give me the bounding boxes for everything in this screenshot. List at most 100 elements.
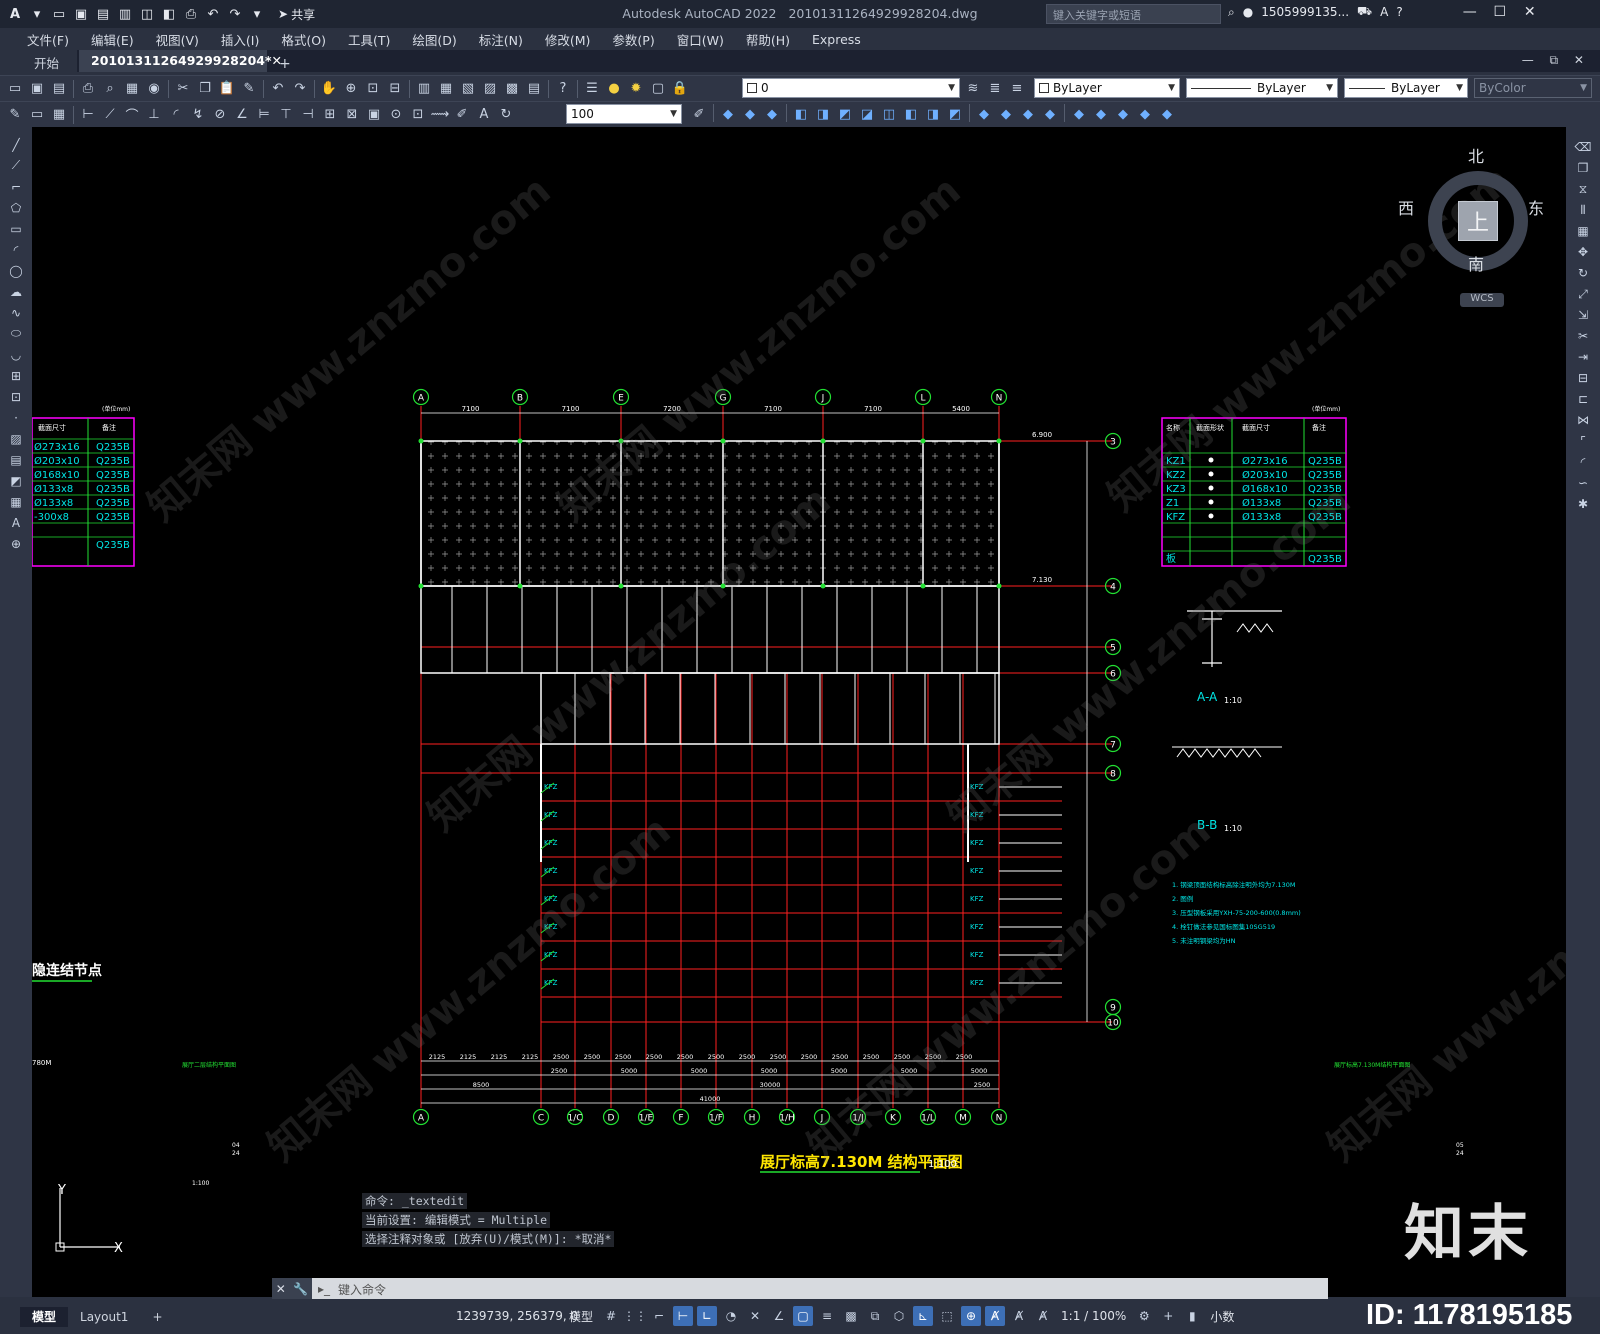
array-icon[interactable]: ▦ <box>1574 223 1592 239</box>
menu-parametric[interactable]: 参数(P) <box>601 30 665 49</box>
mirror-icon[interactable]: ⧖ <box>1574 181 1592 197</box>
redo-icon[interactable]: ↷ <box>289 79 311 99</box>
wrench-icon[interactable]: 🔧 <box>293 1282 308 1296</box>
3d-print-icon[interactable]: ◉ <box>143 79 165 99</box>
ucs-face-icon[interactable]: ◆ <box>1112 104 1134 124</box>
tab-layout1[interactable]: Layout1 <box>68 1307 140 1327</box>
open-icon[interactable]: ▣ <box>26 79 48 99</box>
freeze-icon[interactable]: ▢ <box>647 79 669 99</box>
ellipse-icon[interactable]: ⬭ <box>7 326 25 341</box>
menu-format[interactable]: 格式(O) <box>270 30 337 49</box>
add-layout-icon[interactable]: + <box>140 1307 174 1327</box>
infer-icon[interactable]: ⌐ <box>649 1306 669 1326</box>
dynamic-ucs-icon[interactable]: ⊾ <box>913 1306 934 1326</box>
zoom-previous-icon[interactable]: ⊟ <box>384 79 406 99</box>
workspace-gear-icon[interactable]: ⚙ <box>1134 1306 1154 1326</box>
publish-icon[interactable]: ▦ <box>121 79 143 99</box>
erase-icon[interactable]: ⌫ <box>1574 139 1592 155</box>
trim-icon[interactable]: ✂ <box>1574 328 1592 344</box>
auto-scale-icon[interactable]: Ⱥ <box>1009 1306 1029 1326</box>
menu-view[interactable]: 视图(V) <box>145 30 210 49</box>
extend-icon[interactable]: ⇥ <box>1574 349 1592 365</box>
plot-icon[interactable]: ⎙ <box>77 79 99 99</box>
space-icon[interactable]: ⊞ <box>319 105 341 125</box>
properties-icon[interactable]: ▥ <box>413 79 435 99</box>
menu-help[interactable]: 帮助(H) <box>735 30 801 49</box>
tab-start[interactable]: 开始 <box>0 50 78 72</box>
join-icon[interactable]: ⋈ <box>1574 412 1592 428</box>
aligned-dim-icon[interactable]: ⟋ <box>99 105 121 125</box>
construction-line-icon[interactable]: ⟋ <box>7 158 25 173</box>
make-block-icon[interactable]: ⊡ <box>7 389 25 404</box>
search-icon[interactable]: ⌕ <box>1228 5 1235 20</box>
move-icon[interactable]: ✥ <box>1574 244 1592 260</box>
table-icon[interactable]: ▦ <box>7 494 25 509</box>
light-icon[interactable]: ◆ <box>1039 104 1061 124</box>
print-icon[interactable]: ⎙ <box>182 5 200 23</box>
rectangle-icon[interactable]: ▭ <box>7 221 25 236</box>
markup-icon[interactable]: ▩ <box>501 79 523 99</box>
snap-icon[interactable]: ⋮⋮ <box>623 1306 647 1326</box>
sheet-set-icon[interactable]: ▨ <box>479 79 501 99</box>
match-properties-icon[interactable]: ✎ <box>238 79 260 99</box>
user-name[interactable]: 1505999135... <box>1261 5 1349 19</box>
ucs-origin-icon[interactable]: ◆ <box>1156 104 1178 124</box>
offset-icon[interactable]: ⫴ <box>1574 202 1592 218</box>
help-icon[interactable]: ? <box>552 79 574 99</box>
polygon-icon[interactable]: ⬠ <box>7 200 25 215</box>
add-selected-icon[interactable]: ⊕ <box>7 536 25 551</box>
slice-icon[interactable]: ◩ <box>944 104 966 124</box>
subtract-icon[interactable]: ◧ <box>900 104 922 124</box>
break-at-point-icon[interactable]: ⊟ <box>1574 370 1592 386</box>
angular-icon[interactable]: ∠ <box>231 105 253 125</box>
hatch-icon[interactable]: ▨ <box>7 431 25 446</box>
annotation-monitor-icon[interactable]: + <box>1158 1306 1178 1326</box>
mtext-icon[interactable]: A <box>7 515 25 530</box>
gradient-icon[interactable]: ▤ <box>7 452 25 467</box>
ortho-icon[interactable]: ∟ <box>697 1306 718 1326</box>
dynamic-input-icon[interactable]: ⊢ <box>673 1306 694 1326</box>
table-style-icon[interactable]: ▦ <box>48 105 70 125</box>
ucs-icon[interactable]: ◆ <box>1068 104 1090 124</box>
new-icon[interactable]: ▭ <box>4 79 26 99</box>
rotate-icon[interactable]: ↻ <box>1574 265 1592 281</box>
polar-icon[interactable]: ◔ <box>721 1306 741 1326</box>
scale-icon[interactable]: ⤢ <box>1574 286 1592 302</box>
close-icon[interactable]: ✕ <box>276 1282 286 1296</box>
tolerance-icon[interactable]: ▣ <box>363 105 385 125</box>
zoom-window-icon[interactable]: ⊡ <box>362 79 384 99</box>
layer-previous-icon[interactable]: ≣ <box>984 78 1006 98</box>
sun-icon[interactable]: ✹ <box>625 79 647 99</box>
dim-text-edit-icon[interactable]: A <box>473 105 495 125</box>
continue-icon[interactable]: ⊣ <box>297 105 319 125</box>
3d-osnap-icon[interactable]: ⬡ <box>889 1306 909 1326</box>
new-tab-button[interactable]: + <box>269 53 301 72</box>
chamfer-icon[interactable]: ⌜ <box>1574 433 1592 449</box>
inspect-icon[interactable]: ⊡ <box>407 105 429 125</box>
diameter-icon[interactable]: ⊘ <box>209 105 231 125</box>
customize-icon[interactable]: ▾ <box>248 5 266 23</box>
loft-icon[interactable]: ◪ <box>856 104 878 124</box>
quick-dim-icon[interactable]: ⊨ <box>253 105 275 125</box>
polyline-icon[interactable]: ⌐ <box>7 179 25 194</box>
object-snap-tracking-icon[interactable]: ∠ <box>769 1306 789 1326</box>
cart-icon[interactable]: ⛟ <box>1357 4 1372 20</box>
units-value[interactable]: 小数 <box>1206 1308 1238 1325</box>
menu-express[interactable]: Express <box>801 32 872 47</box>
dim-edit-icon[interactable]: ✐ <box>451 105 473 125</box>
calculator-icon[interactable]: ▤ <box>523 79 545 99</box>
save-as-icon[interactable]: ▥ <box>116 5 134 23</box>
dim-update-icon[interactable]: ↻ <box>495 105 517 125</box>
save-icon[interactable]: ▤ <box>48 79 70 99</box>
undo-icon[interactable]: ↶ <box>204 5 222 23</box>
design-center-icon[interactable]: ▦ <box>435 79 457 99</box>
cut-icon[interactable]: ✂ <box>172 79 194 99</box>
save-icon[interactable]: ▤ <box>94 5 112 23</box>
region-icon[interactable]: ◩ <box>7 473 25 488</box>
open-file-icon[interactable]: ▣ <box>72 5 90 23</box>
zoom-realtime-icon[interactable]: ⊕ <box>340 79 362 99</box>
web-open-icon[interactable]: ◫ <box>138 5 156 23</box>
shade-icon[interactable]: ◆ <box>973 104 995 124</box>
dropdown-arrow-icon[interactable]: ▾ <box>28 5 46 23</box>
isodraft-icon[interactable]: ✕ <box>745 1306 765 1326</box>
